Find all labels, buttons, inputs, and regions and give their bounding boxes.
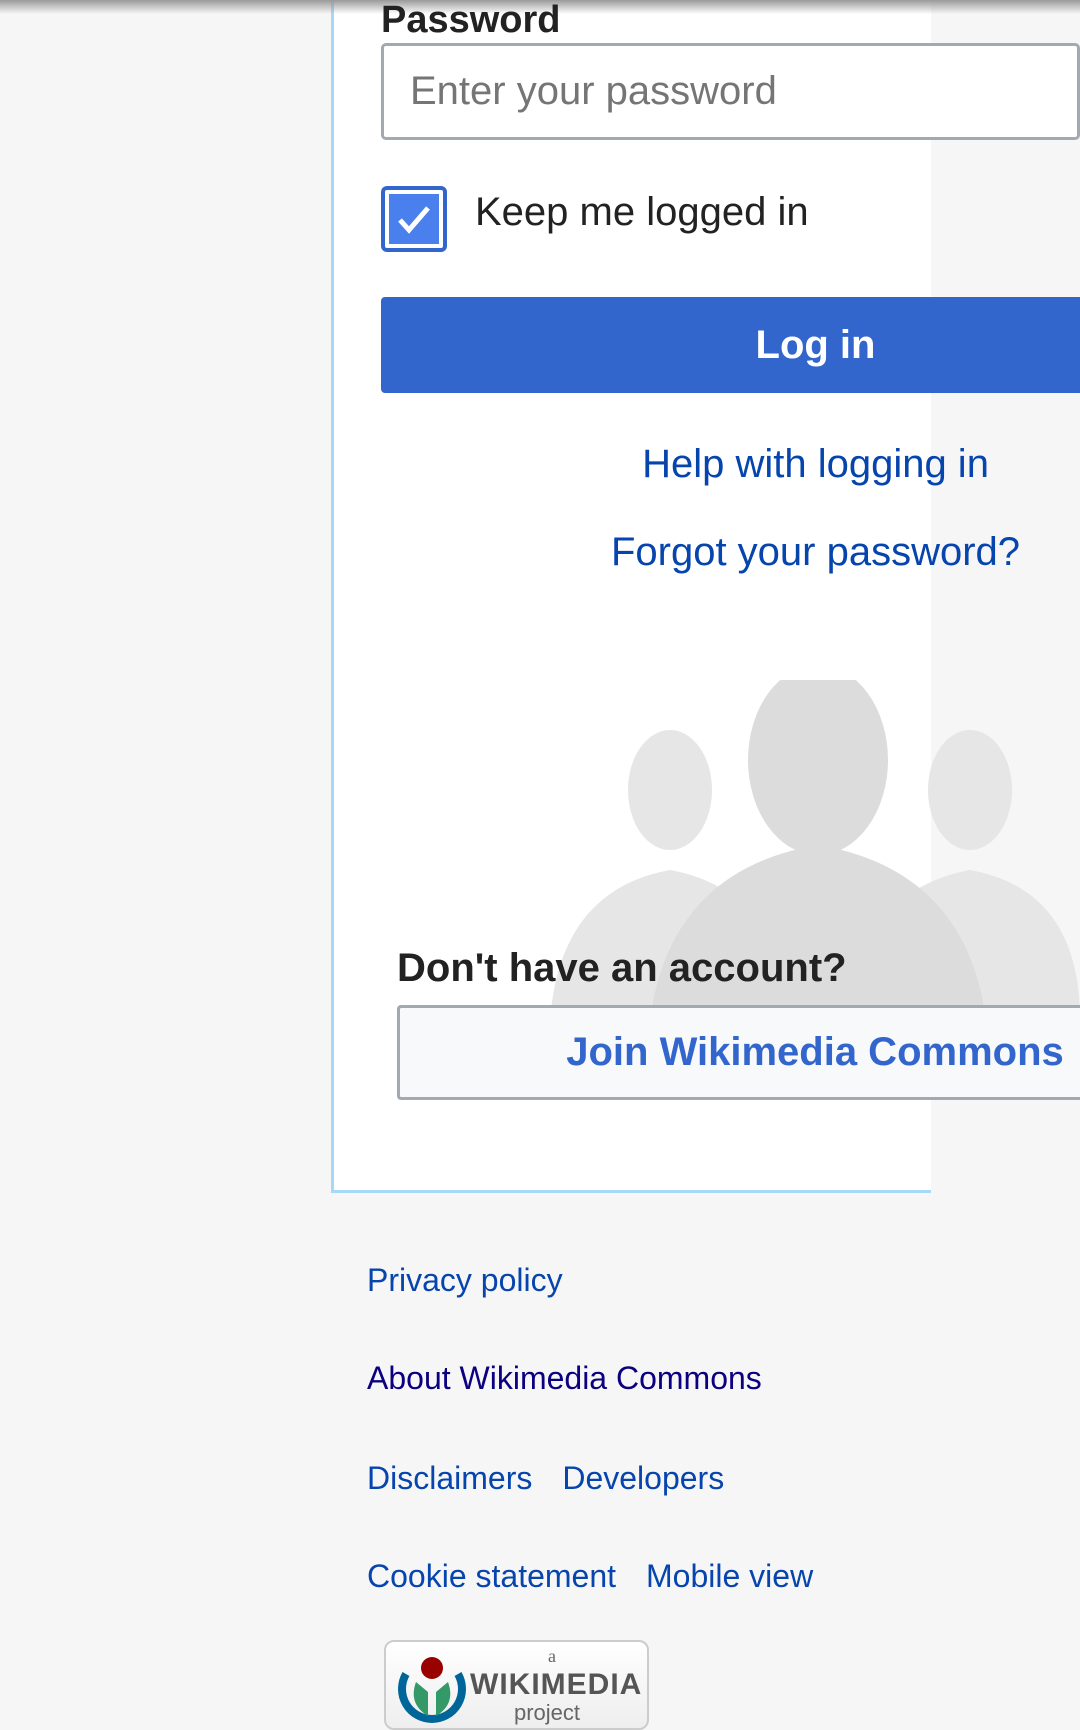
password-label: Password <box>381 0 561 41</box>
checkmark-icon <box>398 206 430 234</box>
login-button[interactable]: Log in <box>381 297 1080 393</box>
disclaimers-link[interactable]: Disclaimers <box>367 1460 532 1496</box>
forgot-password-link[interactable]: Forgot your password? <box>381 530 1080 575</box>
help-logging-in-link[interactable]: Help with logging in <box>381 442 1080 487</box>
privacy-policy-link[interactable]: Privacy policy <box>367 1262 563 1298</box>
keep-logged-in-label[interactable]: Keep me logged in <box>475 190 809 235</box>
wikimedia-project-logo[interactable]: a WIKIMEDIA project <box>384 1640 649 1730</box>
developers-link[interactable]: Developers <box>562 1460 724 1496</box>
about-link[interactable]: About Wikimedia Commons <box>367 1360 762 1396</box>
cookie-statement-link[interactable]: Cookie statement <box>367 1558 616 1594</box>
wikimedia-logo-icon <box>398 1657 466 1723</box>
keep-logged-in-checkbox[interactable] <box>381 186 447 252</box>
mobile-view-link[interactable]: Mobile view <box>646 1558 813 1594</box>
no-account-text: Don't have an account? <box>397 946 847 990</box>
password-input[interactable] <box>381 43 1080 140</box>
join-button[interactable]: Join Wikimedia Commons <box>397 1005 1080 1100</box>
